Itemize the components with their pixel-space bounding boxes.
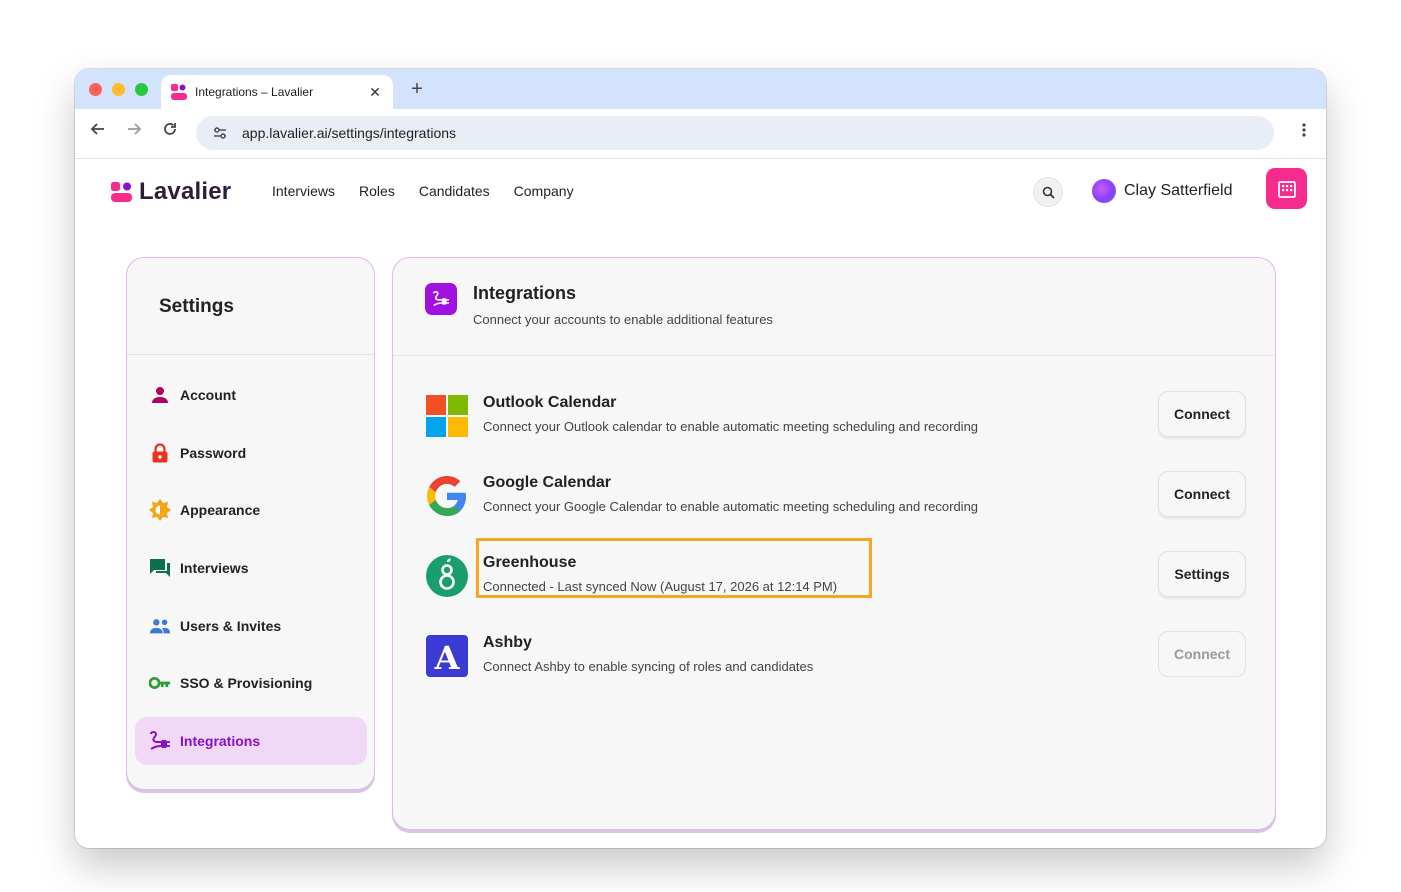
sidebar-item-password[interactable]: Password (135, 429, 367, 477)
integration-description: Connect your Outlook calendar to enable … (483, 419, 979, 434)
user-menu[interactable]: Clay Satterfield (1092, 179, 1233, 203)
connect-ashby-button[interactable]: Connect (1158, 631, 1246, 677)
settings-sidebar: Settings Account Password Appearance Int… (126, 257, 375, 790)
sidebar-item-label: Integrations (180, 733, 261, 749)
search-button[interactable] (1033, 177, 1063, 207)
sidebar-item-appearance[interactable]: Appearance (135, 486, 367, 534)
svg-text:A: A (434, 639, 461, 677)
divider (393, 355, 1275, 356)
address-bar[interactable]: app.lavalier.ai/settings/integrations (196, 116, 1274, 150)
integrations-panel: Integrations Connect your accounts to en… (392, 257, 1276, 830)
url-text: app.lavalier.ai/settings/integrations (242, 125, 457, 141)
settings-title: Settings (159, 296, 234, 317)
close-tab-icon[interactable]: ✕ (367, 84, 383, 101)
browser-menu-icon[interactable] (1298, 121, 1310, 145)
sidebar-item-label: SSO & Provisioning (180, 675, 313, 691)
ashby-logo-icon: A (426, 635, 468, 677)
integration-row-greenhouse: Greenhouse Connected - Last synced Now (… (426, 538, 1246, 601)
users-icon (149, 615, 171, 637)
logo-text: Lavalier (139, 178, 232, 205)
highlight-box (476, 538, 872, 598)
connect-outlook-button[interactable]: Connect (1158, 391, 1246, 437)
integration-row-ashby: A Ashby Connect Ashby to enable syncing … (426, 631, 1246, 681)
page-title: Integrations (473, 283, 577, 303)
building-icon (1277, 180, 1296, 198)
app-content: Lavalier Interviews Roles Candidates Com… (75, 159, 1326, 848)
sidebar-item-integrations[interactable]: Integrations (135, 717, 367, 765)
page-subtitle: Connect your accounts to enable addition… (473, 312, 773, 327)
sidebar-item-account[interactable]: Account (135, 371, 367, 419)
integration-name: Outlook Calendar (483, 394, 617, 411)
browser-window: Integrations – Lavalier ✕ + app.lavalier… (75, 69, 1326, 848)
microsoft-logo-icon (426, 395, 468, 437)
browser-toolbar: app.lavalier.ai/settings/integrations (75, 109, 1326, 159)
integration-name: Google Calendar (483, 474, 612, 491)
company-switcher-button[interactable] (1266, 168, 1307, 209)
nav-interviews[interactable]: Interviews (272, 183, 335, 199)
lock-icon (149, 442, 171, 464)
google-logo-icon (426, 475, 468, 517)
sidebar-item-label: Interviews (180, 560, 249, 576)
greenhouse-settings-button[interactable]: Settings (1158, 551, 1246, 597)
search-icon (1042, 186, 1055, 199)
minimize-window-button[interactable] (112, 83, 125, 96)
lavalier-logo-icon (111, 182, 133, 202)
sidebar-item-label: Account (180, 387, 236, 403)
nav-roles[interactable]: Roles (359, 183, 395, 199)
integration-name: Ashby (483, 634, 532, 651)
integration-row-outlook: Outlook Calendar Connect your Outlook ca… (426, 391, 1246, 441)
back-arrow-icon[interactable] (86, 121, 110, 145)
maximize-window-button[interactable] (135, 83, 148, 96)
tab-strip: Integrations – Lavalier ✕ + (75, 69, 1326, 109)
tab-title: Integrations – Lavalier (195, 85, 314, 99)
sidebar-item-label: Password (180, 445, 247, 461)
plug-icon (149, 730, 171, 752)
person-icon (149, 384, 171, 406)
key-icon (149, 672, 171, 694)
nav-candidates[interactable]: Candidates (419, 183, 490, 199)
new-tab-icon[interactable]: + (405, 78, 429, 101)
sidebar-item-users-invites[interactable]: Users & Invites (135, 602, 367, 650)
top-navigation: Interviews Roles Candidates Company (272, 183, 598, 199)
sidebar-item-label: Appearance (180, 502, 261, 518)
integrations-header-icon (425, 283, 457, 315)
lavalier-logo[interactable]: Lavalier (111, 178, 231, 206)
avatar (1092, 179, 1116, 203)
greenhouse-logo-icon (426, 555, 468, 597)
chat-icon (149, 557, 171, 579)
user-name: Clay Satterfield (1124, 182, 1233, 199)
close-window-button[interactable] (89, 83, 102, 96)
integration-description: Connect your Google Calendar to enable a… (483, 499, 979, 514)
lavalier-favicon-icon (171, 84, 187, 100)
sidebar-item-sso-provisioning[interactable]: SSO & Provisioning (135, 659, 367, 707)
sun-icon (149, 499, 171, 521)
browser-tab[interactable]: Integrations – Lavalier ✕ (161, 75, 393, 109)
nav-company[interactable]: Company (514, 183, 574, 199)
sidebar-item-interviews[interactable]: Interviews (135, 544, 367, 592)
connect-google-button[interactable]: Connect (1158, 471, 1246, 517)
integration-row-google: Google Calendar Connect your Google Cale… (426, 471, 1246, 521)
sidebar-item-label: Users & Invites (180, 618, 282, 634)
forward-arrow-icon[interactable] (122, 121, 146, 145)
site-settings-icon[interactable] (208, 121, 232, 145)
divider (127, 354, 374, 355)
integration-description: Connect Ashby to enable syncing of roles… (483, 659, 814, 674)
reload-icon[interactable] (158, 121, 182, 145)
